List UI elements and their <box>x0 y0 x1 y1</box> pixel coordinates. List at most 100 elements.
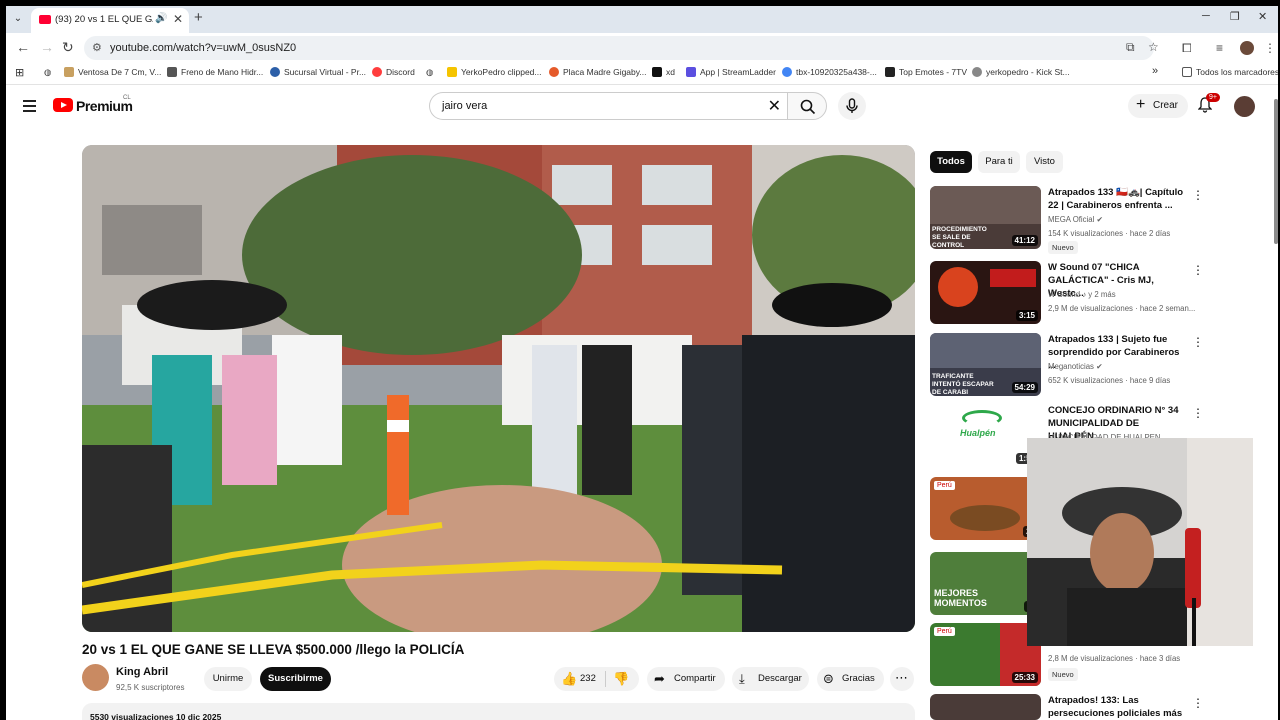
site-info-icon[interactable]: ⚙ <box>92 41 102 54</box>
bookmark-item[interactable]: xd <box>652 67 675 77</box>
apps-grid-icon[interactable]: ⊞ <box>15 66 24 79</box>
bookmark-item[interactable]: Sucursal Virtual - Pr... <box>270 67 366 77</box>
search-button[interactable] <box>787 92 827 120</box>
thumbnail-caption: TRAFICANTE INTENTÓ ESCAPAR DE CARABI <box>932 373 994 396</box>
browser-profile-avatar[interactable] <box>1240 41 1254 55</box>
rec-meta: 154 K visualizaciones · hace 2 días <box>1048 229 1171 238</box>
more-vert-icon[interactable]: ⋮ <box>1192 406 1204 420</box>
bookmark-item[interactable]: tbx-10920325a438-... <box>782 67 877 77</box>
all-bookmarks-folder[interactable]: Todos los marcadores <box>1182 67 1278 77</box>
create-label: Crear <box>1153 100 1179 111</box>
bookmark-item[interactable]: Ventosa De 7 Cm, V... <box>64 67 161 77</box>
bookmark-item[interactable]: Discord <box>372 67 415 77</box>
menu-hamburger-icon[interactable] <box>23 100 36 115</box>
join-button[interactable]: Unirme <box>204 667 252 691</box>
tab-strip: ⌄ (93) 20 vs 1 EL QUE GANE SE LLEVA $500… <box>6 6 1278 33</box>
chip-visto[interactable]: Visto <box>1026 151 1063 173</box>
globe-icon[interactable]: ◍ <box>44 67 51 78</box>
url-text[interactable]: youtube.com/watch?v=uwM_0susNZ0 <box>110 42 296 54</box>
video-thumbnail[interactable]: 3:15 <box>930 261 1041 324</box>
tab-title: (93) 20 vs 1 EL QUE GANE SE LLEVA $500.0… <box>55 14 153 25</box>
back-arrow-icon[interactable]: ← <box>16 39 30 55</box>
channel-avatar[interactable] <box>82 664 109 691</box>
country-tag: Perú <box>934 481 955 490</box>
close-tab-icon[interactable]: ✕ <box>173 12 183 26</box>
duration-badge: 54:29 <box>1011 382 1038 393</box>
bookmark-item[interactable]: Freno de Mano Hidr... <box>167 67 263 77</box>
like-count[interactable]: 232 <box>580 673 596 684</box>
bookmark-item[interactable]: yerkopedro - Kick St... <box>972 67 1070 77</box>
share-label: Compartir <box>674 673 716 684</box>
plus-icon: + <box>1136 96 1146 113</box>
create-button[interactable]: + Crear <box>1128 94 1188 118</box>
rec-title[interactable]: Atrapados! 133: Las persecuciones polici… <box>1048 694 1188 720</box>
more-bookmarks-chevron-icon[interactable]: » <box>1152 65 1158 77</box>
description-box[interactable]: 5530 visualizaciones 10 dic 2025 <box>82 703 915 720</box>
thanks-button[interactable]: ⊜ Gracias <box>817 667 884 691</box>
restore-icon[interactable]: ❐ <box>1230 10 1240 23</box>
more-vert-icon[interactable]: ⋮ <box>1192 188 1204 202</box>
more-vert-icon[interactable]: ⋮ <box>1192 335 1204 349</box>
video-title: 20 vs 1 EL QUE GANE SE LLEVA $500.000 /l… <box>82 642 465 657</box>
rec-meta: 2,8 M de visualizaciones · hace 3 días <box>1048 654 1181 663</box>
extensions-icon[interactable]: ⧠ <box>1182 41 1192 56</box>
close-window-icon[interactable]: ✕ <box>1258 10 1267 23</box>
share-button[interactable]: ➦ Compartir <box>647 667 725 691</box>
bookmark-item[interactable]: Placa Madre Gigaby... <box>549 67 646 77</box>
rec-title[interactable]: Atrapados 133 🇨🇱🚓| Capítulo 22 | Carabin… <box>1048 186 1188 212</box>
tab-search-icon[interactable]: ⌄ <box>10 11 26 27</box>
dislike-thumb-icon[interactable]: 👎 <box>613 671 629 687</box>
search-query[interactable]: jairo vera <box>442 100 487 112</box>
minimize-icon[interactable]: ─ <box>1202 10 1210 22</box>
bookmark-item[interactable]: App | StreamLadder <box>686 67 776 77</box>
chip-todos[interactable]: Todos <box>930 151 972 173</box>
verified-check-icon: ✔ <box>1096 215 1104 224</box>
clear-search-icon[interactable]: ✕ <box>768 96 781 116</box>
bookmark-item[interactable]: YerkoPedro clipped... <box>447 67 542 77</box>
video-thumbnail[interactable]: MEJORES MOMENTOS 11 <box>930 552 1041 615</box>
video-thumbnail[interactable]: PROCEDIMIENTO SE SALE DE CONTROL 41:12 <box>930 186 1041 249</box>
rec-meta: 2,9 M de visualizaciones · hace 2 seman.… <box>1048 304 1196 313</box>
forward-arrow-icon[interactable]: → <box>40 39 54 55</box>
video-player[interactable] <box>82 145 915 632</box>
search-input[interactable]: jairo vera ✕ <box>429 92 787 120</box>
subscribe-button[interactable]: Suscribirme <box>260 667 331 691</box>
channel-name[interactable]: King Abril <box>116 666 168 678</box>
bookmark-star-icon[interactable]: ☆ <box>1148 40 1159 54</box>
rec-channel[interactable]: Meganoticias ✔ <box>1048 362 1103 371</box>
notifications-button[interactable]: 9+ <box>1197 93 1220 118</box>
page-scrollbar[interactable] <box>1274 99 1278 244</box>
audio-playing-icon[interactable]: 🔊 <box>155 13 167 24</box>
install-app-icon[interactable]: ⧉ <box>1126 40 1135 55</box>
voice-search-button[interactable] <box>838 92 866 120</box>
webcam-image <box>1027 438 1253 646</box>
browser-menu-icon[interactable]: ⋮ <box>1264 41 1276 55</box>
verified-check-icon: ✔ <box>1096 362 1103 371</box>
rec-channel[interactable]: W Sound ♪ y 2 más <box>1048 290 1116 299</box>
download-button[interactable]: ⤓ Descargar <box>732 667 809 691</box>
microphone-icon <box>846 98 858 113</box>
rec-channel[interactable]: MEGA Oficial ✔ <box>1048 215 1103 224</box>
media-control-icon[interactable]: ≡ <box>1216 41 1223 55</box>
video-thumbnail[interactable]: Perú 20 <box>930 477 1041 540</box>
video-thumbnail[interactable]: Perú 25:33 <box>930 623 1041 686</box>
new-badge: Nuevo <box>1048 668 1078 681</box>
youtube-logo-icon[interactable] <box>53 98 73 112</box>
thanks-label: Gracias <box>842 673 875 684</box>
video-thumbnail[interactable] <box>930 694 1041 720</box>
account-avatar[interactable] <box>1234 96 1255 117</box>
more-actions-button[interactable]: ⋯ <box>890 667 914 691</box>
more-vert-icon[interactable]: ⋮ <box>1192 263 1204 277</box>
chip-para-ti[interactable]: Para ti <box>978 151 1020 173</box>
video-thumbnail[interactable]: TRAFICANTE INTENTÓ ESCAPAR DE CARABI 54:… <box>930 333 1041 396</box>
bookmark-item[interactable]: Top Emotes - 7TV <box>885 67 967 77</box>
thumbnail-caption: Hualpén <box>960 428 996 438</box>
reload-icon[interactable]: ↻ <box>62 39 74 56</box>
like-thumb-icon[interactable]: 👍 <box>561 671 577 687</box>
new-tab-button[interactable]: + <box>194 9 203 26</box>
video-thumbnail[interactable]: Hualpén 1:54 <box>930 404 1041 467</box>
address-bar[interactable]: ⚙ youtube.com/watch?v=uwM_0susNZ0 ⧉ ☆ <box>84 36 1159 60</box>
browser-tab-active[interactable]: (93) 20 vs 1 EL QUE GANE SE LLEVA $500.0… <box>31 8 189 33</box>
more-vert-icon[interactable]: ⋮ <box>1192 696 1204 710</box>
globe-icon[interactable]: ◍ <box>426 67 433 78</box>
